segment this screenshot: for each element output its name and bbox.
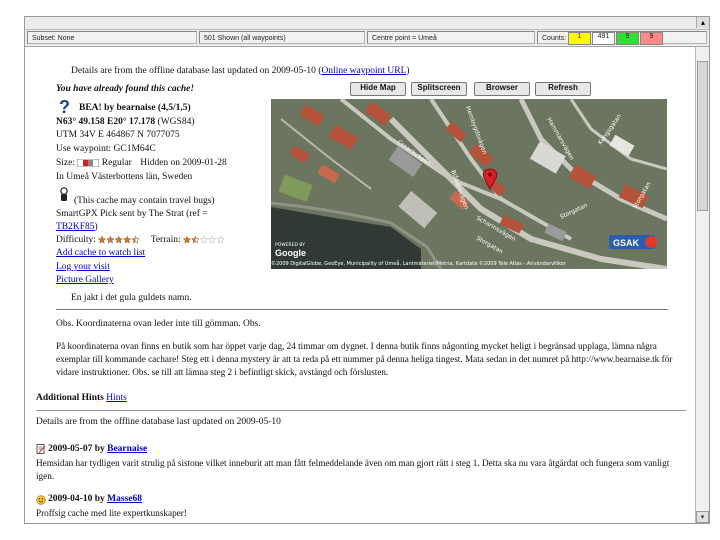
online-waypoint-link[interactable]: Online waypoint URL: [321, 66, 406, 76]
cache-location: In Umeå Västerbottens län, Sweden: [56, 172, 193, 182]
shown-status: 501 Shown (all waypoints): [199, 31, 365, 44]
gsak-logo: GSAK: [609, 235, 657, 249]
scroll-down-arrow-icon[interactable]: ▾: [696, 511, 709, 523]
refresh-button[interactable]: Refresh: [535, 82, 591, 96]
rating-star: [182, 235, 192, 244]
difficulty-stars: [98, 235, 141, 245]
log-2-author-link[interactable]: Masse68: [107, 494, 142, 504]
description-p2: På koordinaterna ovan finns en butik som…: [56, 341, 673, 377]
smiley-found-icon: [36, 495, 46, 505]
size-bar-icon: [76, 158, 100, 168]
star-rating-icon: [182, 235, 225, 244]
cache-coords: N63° 49.158 E20° 17.178 (WGS84): [56, 117, 195, 127]
rating-star: [98, 235, 107, 244]
hints-link[interactable]: Hints: [106, 393, 127, 403]
satellite-map[interactable]: Croackvägen Blåbärsvägen Hembygdsvägen H…: [271, 99, 667, 269]
travel-bug-note: (This cache may contain travel bugs): [74, 196, 215, 206]
rating-star: [191, 235, 200, 244]
write-note-icon: [36, 444, 46, 454]
google-logo: Google: [275, 248, 306, 258]
map-copyright: ©2009 DigitalGlobe, GeoEye, Municipality…: [271, 260, 567, 267]
picture-gallery-link[interactable]: Picture Gallery: [56, 275, 114, 285]
cache-size-row: Size: Regular Hidden on 2009-01-28: [56, 158, 227, 168]
log-1-header: 2009-05-07 by Bearnaise: [48, 444, 148, 454]
description-p1: Obs. Koordinaterna ovan leder inte till …: [56, 319, 261, 329]
log-1-text: Hemsidan har tydligen varit strulig på s…: [36, 458, 670, 481]
smartgpx-pick: SmartGPX Pick sent by The Strat (ref =: [56, 209, 208, 219]
count-green: 9: [616, 32, 639, 45]
rating-star: [199, 235, 209, 244]
rating-star: [131, 235, 141, 244]
mystery-cache-icon: ?: [59, 97, 70, 115]
terrain-stars: [182, 235, 225, 245]
short-description: En jakt i det gula guldets namn.: [71, 293, 192, 303]
rating-star: [106, 235, 116, 244]
log-2-text: Proffsig cache med lite expertkunskaper!: [36, 508, 187, 518]
status-bar: Subset: None 501 Shown (all waypoints) C…: [25, 30, 709, 47]
additional-hints: Additional Hints Hints: [36, 393, 127, 403]
scroll-up-icon[interactable]: ▴: [696, 17, 709, 28]
cache-waypoint: Use waypoint: GC1M64C: [56, 144, 156, 154]
log-visit-link[interactable]: Log your visit: [56, 262, 110, 272]
rating-star: [207, 235, 217, 244]
log-1-author-link[interactable]: Bearnaise: [107, 444, 147, 454]
subset-status: Subset: None: [27, 31, 197, 44]
cache-details-page: Details are from the offline database la…: [25, 47, 695, 523]
svg-text:GSAK: GSAK: [613, 238, 640, 248]
centre-status: Centre point = Umeå: [367, 31, 535, 44]
window-top-strip: ▴: [25, 17, 709, 30]
count-red: 9: [640, 32, 663, 45]
count-white: 491: [592, 32, 615, 45]
vertical-scrollbar[interactable]: ▾: [695, 47, 709, 523]
svg-text:?: ?: [59, 97, 70, 115]
scrollbar-thumb[interactable]: [697, 61, 708, 211]
rating-star: [114, 235, 124, 244]
details-line-2: Details are from the offline database la…: [36, 417, 281, 427]
hide-map-button[interactable]: Hide Map: [350, 82, 406, 96]
counts-label: Counts:: [542, 35, 567, 42]
cache-title: BEA! by bearnaise (4,5/1,5): [79, 103, 191, 113]
found-notice: You have already found this cache!: [56, 84, 195, 94]
star-rating-icon: [98, 235, 141, 244]
rating-star: [216, 235, 225, 244]
log-2-header: 2009-04-10 by Masse68: [48, 494, 142, 504]
count-yellow: 1: [568, 32, 591, 45]
ratings-row: Difficulty: Terrain:: [56, 235, 225, 245]
map-canvas[interactable]: Croackvägen Blåbärsvägen Hembygdsvägen H…: [271, 99, 667, 269]
rating-star: [123, 235, 132, 244]
divider: [36, 410, 686, 411]
divider: [56, 309, 668, 310]
cache-utm: UTM 34V E 464867 N 7077075: [56, 130, 180, 140]
details-line: Details are from the offline database la…: [71, 66, 410, 76]
pick-ref-row: TB2KF85): [56, 222, 98, 232]
add-watch-link[interactable]: Add cache to watch list: [56, 248, 145, 258]
splitscreen-button[interactable]: Splitscreen: [411, 82, 467, 96]
app-window: ▴ Subset: None 501 Shown (all waypoints)…: [24, 16, 710, 524]
browser-button[interactable]: Browser: [474, 82, 530, 96]
travel-bug-icon: [60, 187, 68, 201]
travel-bug-link[interactable]: TB2KF85: [56, 222, 95, 232]
